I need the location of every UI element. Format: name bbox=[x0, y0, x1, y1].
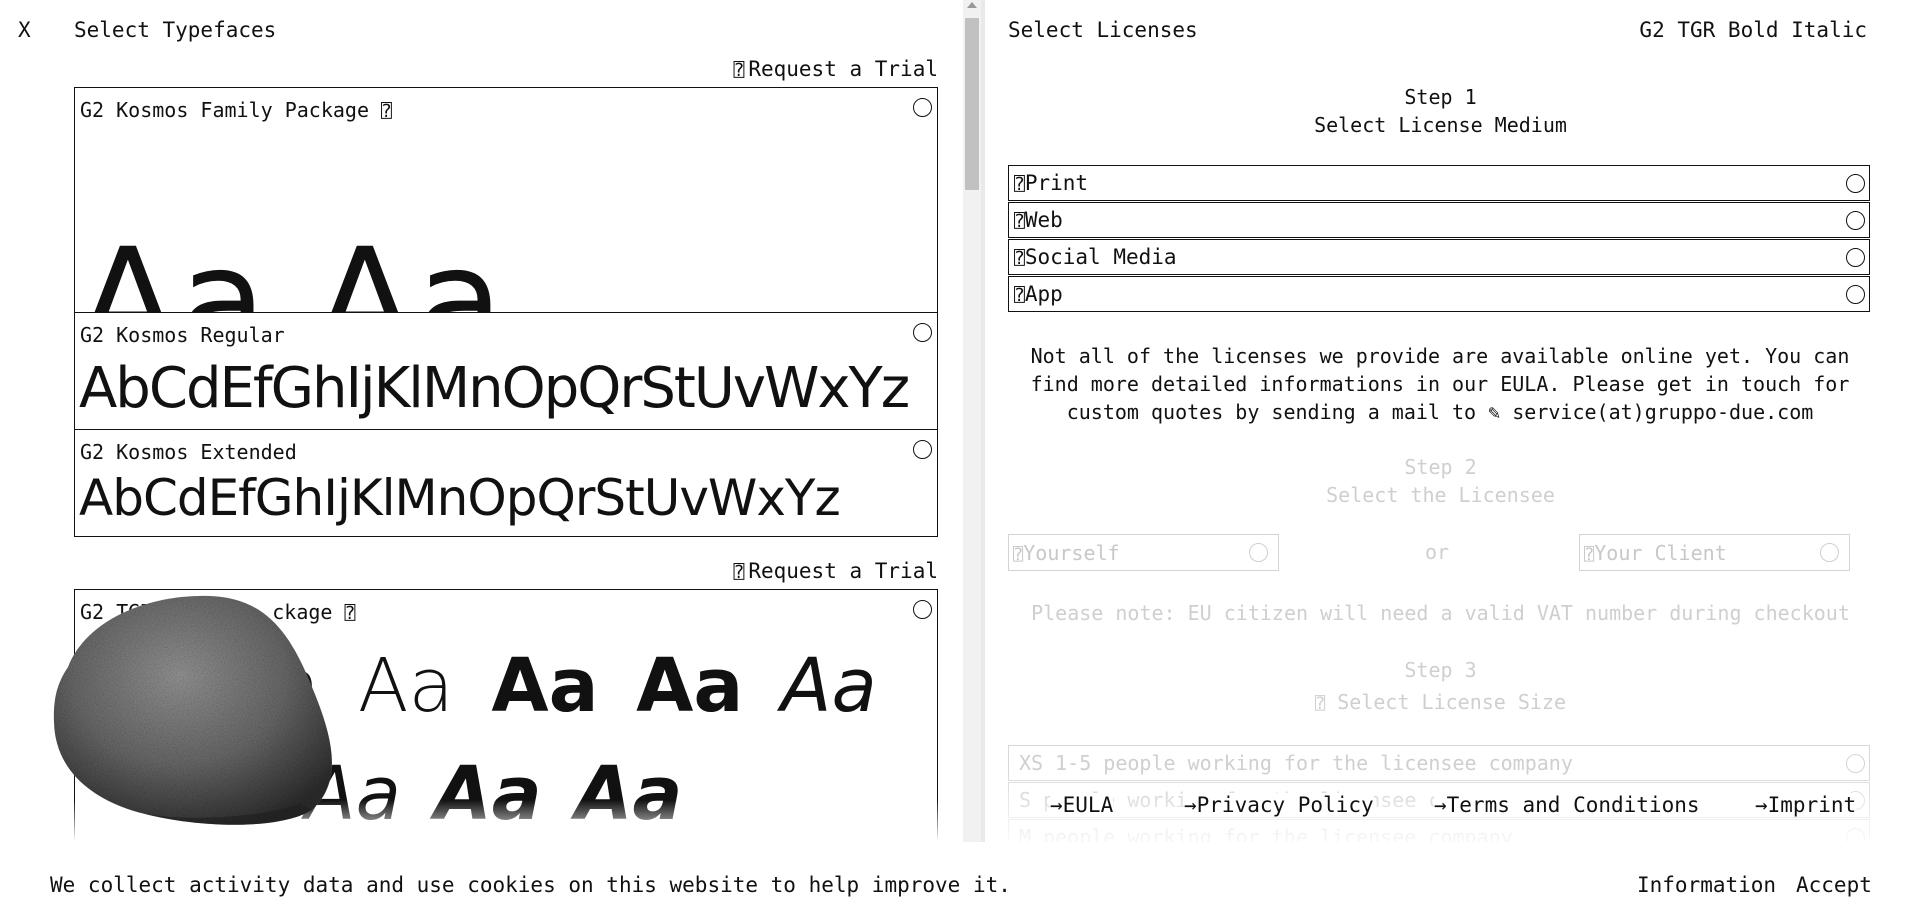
info-icon[interactable]: ⍰ bbox=[345, 603, 356, 624]
info-icon[interactable]: ⍰ bbox=[1315, 694, 1325, 714]
flask-icon: ⍰ bbox=[733, 60, 745, 81]
request-trial-label: Request a Trial bbox=[748, 57, 938, 81]
medium-label: Social Media bbox=[1024, 245, 1177, 269]
rock-image bbox=[53, 595, 332, 825]
vat-note: Please note: EU citizen will need a vali… bbox=[1031, 601, 1850, 625]
size-row-m[interactable]: M people working for the licensee compan… bbox=[1008, 819, 1870, 842]
cookie-message: We collect activity data and use cookies… bbox=[50, 873, 1011, 897]
step2-heading: Step 2 Select the Licensee bbox=[985, 453, 1896, 509]
info-icon[interactable]: ⍰ bbox=[1584, 545, 1594, 565]
medium-label: Web bbox=[1024, 208, 1063, 232]
licensee-client-label: Your Client bbox=[1594, 541, 1727, 565]
licenses-title: Select Licenses bbox=[1008, 18, 1198, 42]
scroll-up-icon[interactable] bbox=[967, 2, 977, 8]
kosmos-family-card[interactable]: G2 Kosmos Family Package ⍰ Aa Aa bbox=[74, 87, 938, 315]
licensee-or-label: or bbox=[1425, 540, 1450, 564]
medium-print-radio[interactable] bbox=[1846, 174, 1865, 193]
size-row-xs[interactable]: XS 1-5 people working for the licensee c… bbox=[1008, 745, 1870, 781]
request-trial-link-2[interactable]: ⍰ Request a Trial bbox=[734, 559, 939, 583]
step3-label: Step 3 bbox=[1404, 658, 1477, 682]
medium-web-radio[interactable] bbox=[1846, 211, 1865, 230]
kosmos-family-radio[interactable] bbox=[913, 98, 932, 117]
kosmos-family-specimen: Aa Aa bbox=[79, 217, 506, 315]
medium-label: App bbox=[1024, 282, 1063, 306]
kosmos-regular-card[interactable]: G2 Kosmos Regular AbCdEfGhIjKlMnOpQrStUv… bbox=[74, 312, 938, 432]
tgr-specimen-row2: Aa Aa Aa bbox=[305, 751, 683, 837]
medium-row-print[interactable]: ⍰Print bbox=[1008, 165, 1870, 201]
info-icon[interactable]: ⍰ bbox=[1014, 211, 1025, 232]
step1-sub: Select License Medium bbox=[1314, 113, 1567, 137]
licensee-yourself-label: Yourself bbox=[1023, 541, 1120, 565]
step3-sub: ⍰ Select License Size bbox=[1314, 690, 1567, 714]
selected-font-label: G2 TGR Bold Italic bbox=[1639, 18, 1867, 42]
medium-social-radio[interactable] bbox=[1846, 248, 1865, 267]
request-trial-link[interactable]: ⍰ Request a Trial bbox=[734, 57, 939, 81]
licensee-yourself-option[interactable]: ⍰Yourself bbox=[1008, 534, 1279, 571]
imprint-link[interactable]: →Imprint bbox=[1755, 793, 1857, 817]
kosmos-regular-title: G2 Kosmos Regular bbox=[80, 323, 285, 347]
email-link[interactable]: service(at)gruppo-due.com bbox=[1512, 400, 1813, 424]
step1-label: Step 1 bbox=[1404, 85, 1477, 109]
size-xs-label: XS 1-5 people working for the licensee c… bbox=[1019, 751, 1573, 775]
kosmos-regular-specimen: AbCdEfGhIjKlMnOpQrStUvWxYz bbox=[79, 356, 910, 421]
tgr-family-radio[interactable] bbox=[913, 600, 932, 619]
info-icon[interactable]: ⍰ bbox=[1014, 174, 1025, 195]
info-icon[interactable]: ⍰ bbox=[1014, 285, 1025, 306]
medium-row-app[interactable]: ⍰App bbox=[1008, 276, 1870, 312]
request-trial-label: Request a Trial bbox=[748, 559, 938, 583]
medium-label: Print bbox=[1024, 171, 1089, 195]
step1-heading: Step 1 Select License Medium bbox=[985, 83, 1896, 139]
kosmos-extended-specimen: AbCdEfGhIjKlMnOpQrStUvWxYz bbox=[79, 469, 841, 527]
step2-label: Step 2 bbox=[1404, 455, 1477, 479]
info-icon[interactable]: ⍰ bbox=[1013, 545, 1023, 565]
kosmos-extended-radio[interactable] bbox=[913, 440, 932, 459]
cookie-information-button[interactable]: Information bbox=[1637, 873, 1776, 897]
kosmos-family-title: G2 Kosmos Family Package ⍰ bbox=[80, 98, 392, 122]
left-scrollbar[interactable] bbox=[963, 0, 981, 842]
licensee-yourself-radio[interactable] bbox=[1249, 543, 1268, 562]
info-icon[interactable]: ⍰ bbox=[381, 101, 392, 122]
eula-link[interactable]: →EULA bbox=[1050, 793, 1114, 817]
scrollbar-thumb[interactable] bbox=[965, 18, 979, 190]
medium-app-radio[interactable] bbox=[1846, 285, 1865, 304]
info-icon[interactable]: ⍰ bbox=[1014, 248, 1025, 269]
medium-row-social-media[interactable]: ⍰Social Media bbox=[1008, 239, 1870, 275]
size-m-radio[interactable] bbox=[1846, 828, 1865, 842]
step2-sub: Select the Licensee bbox=[1326, 483, 1555, 507]
pen-icon: ✎ bbox=[1488, 400, 1501, 424]
license-info-text: Not all of the licenses we provide are a… bbox=[1030, 344, 1850, 424]
cookie-bar: We collect activity data and use cookies… bbox=[0, 842, 1910, 915]
terms-link[interactable]: →Terms and Conditions bbox=[1434, 793, 1700, 817]
kosmos-extended-card[interactable]: G2 Kosmos Extended AbCdEfGhIjKlMnOpQrStU… bbox=[74, 429, 938, 537]
licensee-client-option[interactable]: ⍰Your Client bbox=[1579, 534, 1850, 571]
step3-heading: Step 3 ⍰ Select License Size bbox=[985, 656, 1896, 718]
kosmos-regular-radio[interactable] bbox=[913, 323, 932, 342]
licensee-client-radio[interactable] bbox=[1820, 543, 1839, 562]
close-button[interactable]: X bbox=[18, 18, 31, 42]
typefaces-title: Select Typefaces bbox=[74, 18, 277, 42]
cookie-accept-button[interactable]: Accept bbox=[1796, 873, 1872, 897]
size-xs-radio[interactable] bbox=[1846, 754, 1865, 773]
medium-row-web[interactable]: ⍰Web bbox=[1008, 202, 1870, 238]
size-m-label: M people working for the licensee compan… bbox=[1019, 825, 1513, 842]
tgr-specimen-row1: a Aa Aa Aa Aa bbox=[275, 643, 877, 729]
kosmos-extended-title: G2 Kosmos Extended bbox=[80, 440, 297, 464]
flask-icon: ⍰ bbox=[733, 562, 745, 583]
privacy-policy-link[interactable]: →Privacy Policy bbox=[1184, 793, 1374, 817]
licenses-pane: Select Licenses G2 TGR Bold Italic Step … bbox=[985, 0, 1910, 842]
